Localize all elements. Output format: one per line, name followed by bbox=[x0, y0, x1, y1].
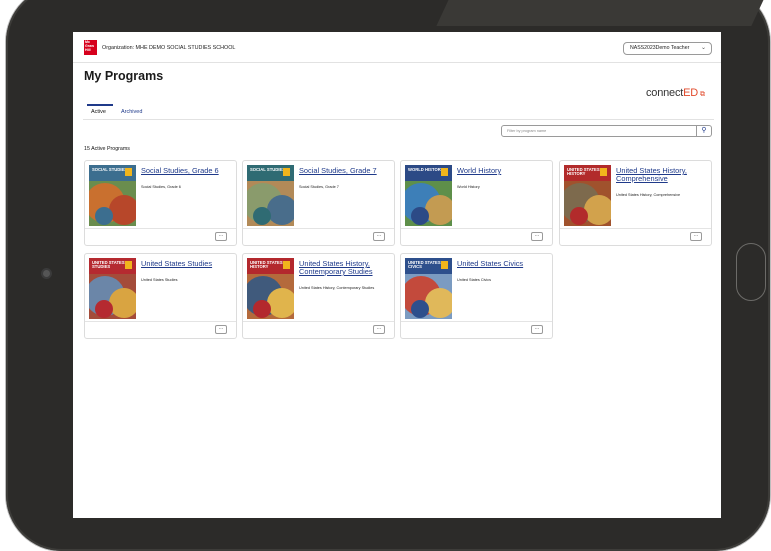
tab-active[interactable]: Active bbox=[91, 109, 106, 115]
program-title-link[interactable]: United States Studies bbox=[141, 260, 235, 268]
program-card[interactable]: UNITED STATES HISTORY United States Hist… bbox=[559, 160, 712, 246]
program-title-link[interactable]: Social Studies, Grade 6 bbox=[141, 167, 235, 175]
program-cover-image[interactable]: SOCIAL STUDIES bbox=[247, 165, 294, 226]
program-subtitle: United States Civics bbox=[457, 278, 491, 282]
program-title-link[interactable]: World History bbox=[457, 167, 551, 175]
cover-art bbox=[570, 207, 588, 225]
page-title: My Programs bbox=[84, 69, 164, 83]
grade-badge-icon bbox=[441, 168, 448, 176]
card-divider bbox=[85, 228, 236, 229]
cover-art bbox=[425, 288, 452, 318]
tablet-bezel-highlight bbox=[436, 0, 770, 26]
search-icon: ⚲ bbox=[701, 127, 707, 134]
more-options-button[interactable]: ··· bbox=[215, 232, 227, 241]
organization-label: Organization: MHE DEMO SOCIAL STUDIES SC… bbox=[102, 45, 236, 51]
program-cover-image[interactable]: SOCIAL STUDIES bbox=[89, 165, 136, 226]
program-cover-image[interactable]: UNITED STATES CIVICS bbox=[405, 258, 452, 319]
program-cover-image[interactable]: UNITED STATES HISTORY bbox=[247, 258, 294, 319]
cover-art bbox=[95, 300, 113, 318]
program-title-link[interactable]: United States Civics bbox=[457, 260, 551, 268]
program-cover-image[interactable]: UNITED STATES STUDIES bbox=[89, 258, 136, 319]
program-card[interactable]: SOCIAL STUDIES Social Studies, Grade 7 S… bbox=[242, 160, 395, 246]
more-options-button[interactable]: ··· bbox=[531, 232, 543, 241]
more-options-button[interactable]: ··· bbox=[373, 232, 385, 241]
grade-badge-icon bbox=[283, 168, 290, 176]
card-divider bbox=[401, 321, 552, 322]
program-cover-image[interactable]: WORLD HISTORY bbox=[405, 165, 452, 226]
search-button[interactable]: ⚲ bbox=[697, 125, 712, 137]
more-options-button[interactable]: ··· bbox=[690, 232, 702, 241]
cover-art bbox=[584, 195, 611, 225]
cover-art bbox=[411, 207, 429, 225]
grade-badge-icon bbox=[125, 261, 132, 269]
tabs-divider bbox=[83, 119, 714, 120]
cover-art bbox=[109, 195, 136, 225]
program-subtitle: United States History, Comprehensive bbox=[616, 193, 681, 197]
tab-archived[interactable]: Archived bbox=[121, 109, 142, 115]
program-subtitle: Social Studies, Grade 7 bbox=[299, 185, 339, 189]
program-subtitle: Social Studies, Grade 6 bbox=[141, 185, 181, 189]
user-menu-button[interactable]: NASS2023Demo Teacher ⌄ bbox=[623, 42, 712, 55]
program-card[interactable]: SOCIAL STUDIES Social Studies, Grade 6 S… bbox=[84, 160, 237, 246]
grade-badge-icon bbox=[441, 261, 448, 269]
program-card[interactable]: WORLD HISTORY World History World Histor… bbox=[400, 160, 553, 246]
brand-text-connect: connect bbox=[646, 87, 684, 99]
more-options-button[interactable]: ··· bbox=[215, 325, 227, 334]
external-link-icon: ⧉ bbox=[700, 91, 705, 98]
more-options-button[interactable]: ··· bbox=[373, 325, 385, 334]
cover-art bbox=[267, 195, 294, 225]
user-menu-label: NASS2023Demo Teacher bbox=[630, 45, 690, 51]
card-divider bbox=[560, 228, 711, 229]
card-divider bbox=[243, 321, 394, 322]
program-card[interactable]: UNITED STATES STUDIES United States Stud… bbox=[84, 253, 237, 339]
program-subtitle: World History bbox=[457, 185, 480, 189]
grade-badge-icon bbox=[125, 168, 132, 176]
filter-input[interactable]: Filter by program name bbox=[501, 125, 697, 137]
card-divider bbox=[85, 321, 236, 322]
grade-badge-icon bbox=[600, 168, 607, 176]
top-header: Mc Graw Hill Organization: MHE DEMO SOCI… bbox=[73, 32, 721, 63]
chevron-down-icon: ⌄ bbox=[700, 45, 706, 51]
cover-art bbox=[95, 207, 113, 225]
active-programs-count: 15 Active Programs bbox=[84, 146, 130, 152]
home-button[interactable] bbox=[736, 243, 766, 301]
program-title-link[interactable]: Social Studies, Grade 7 bbox=[299, 167, 393, 175]
connected-logo-link[interactable]: connectED ⧉ bbox=[646, 87, 705, 99]
cover-art bbox=[425, 195, 452, 225]
active-tab-indicator bbox=[87, 104, 113, 106]
program-subtitle: United States History, Contemporary Stud… bbox=[299, 286, 375, 290]
card-divider bbox=[243, 228, 394, 229]
grade-badge-icon bbox=[283, 261, 290, 269]
program-title-link[interactable]: United States History, Comprehensive bbox=[616, 167, 710, 183]
program-title-link[interactable]: United States History, Contemporary Stud… bbox=[299, 260, 393, 276]
program-subtitle: United States Studies bbox=[141, 278, 178, 282]
program-card[interactable]: UNITED STATES HISTORY United States Hist… bbox=[242, 253, 395, 339]
cover-art bbox=[253, 300, 271, 318]
program-cover-image[interactable]: UNITED STATES HISTORY bbox=[564, 165, 611, 226]
cover-art bbox=[109, 288, 136, 318]
cover-title: WORLD HISTORY bbox=[408, 167, 444, 172]
cover-art bbox=[253, 207, 271, 225]
card-divider bbox=[401, 228, 552, 229]
program-card[interactable]: UNITED STATES CIVICS United States Civic… bbox=[400, 253, 553, 339]
cover-art bbox=[411, 300, 429, 318]
cover-art bbox=[267, 288, 294, 318]
camera-icon bbox=[43, 270, 50, 277]
brand-text-ed: ED bbox=[683, 87, 699, 99]
more-options-button[interactable]: ··· bbox=[531, 325, 543, 334]
mcgraw-hill-logo[interactable]: Mc Graw Hill bbox=[84, 40, 97, 55]
app-screen: Mc Graw Hill Organization: MHE DEMO SOCI… bbox=[73, 32, 721, 518]
cover-title: SOCIAL STUDIES bbox=[92, 167, 128, 172]
cover-title: SOCIAL STUDIES bbox=[250, 167, 286, 172]
